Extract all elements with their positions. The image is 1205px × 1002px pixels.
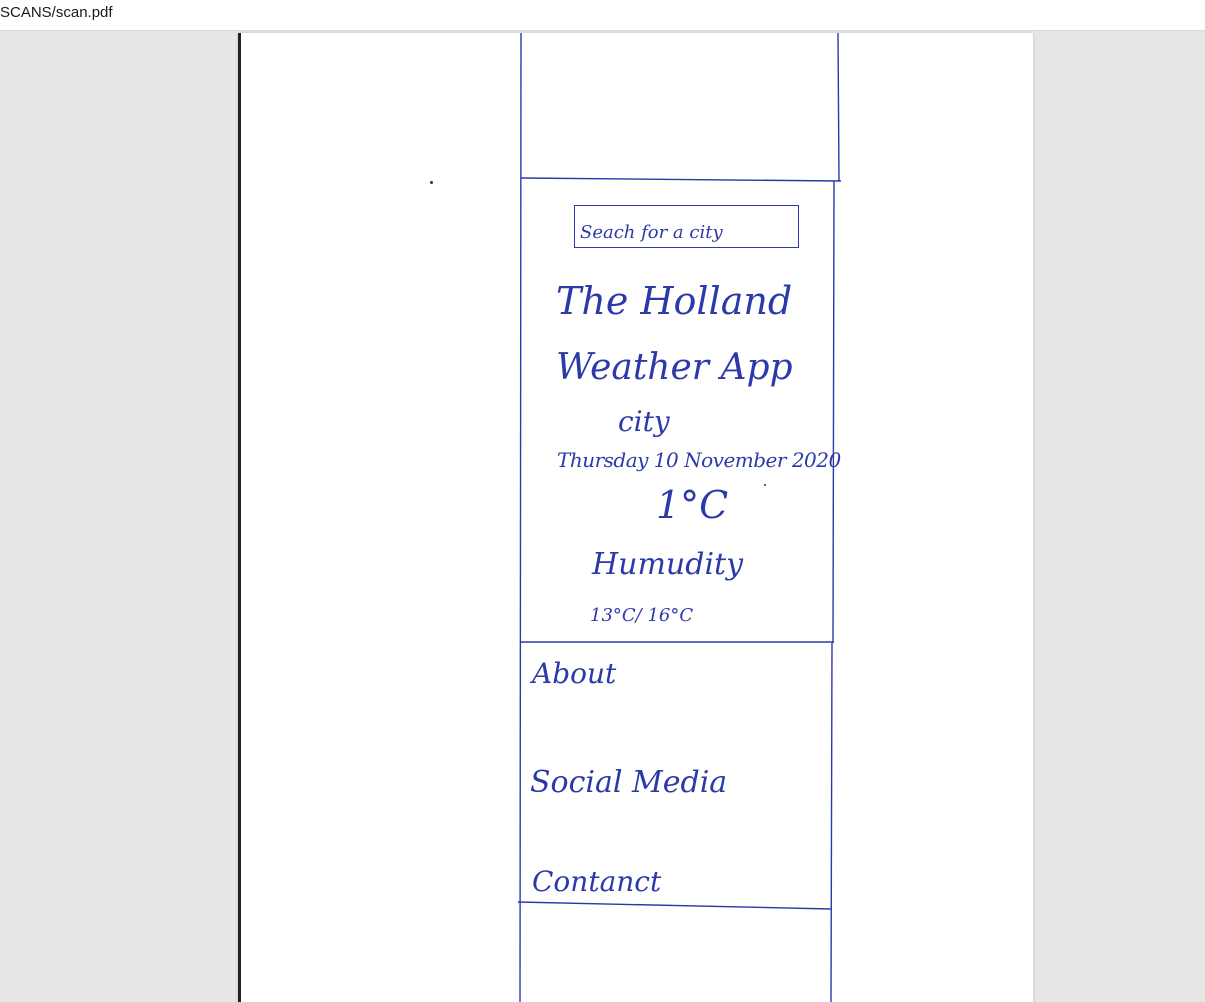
page-edge-shadow xyxy=(238,33,241,1002)
scan-speck xyxy=(764,484,766,486)
nav-social-media[interactable]: Social Media xyxy=(530,768,727,798)
document-title: SCANS/scan.pdf xyxy=(0,4,113,21)
min-max-temperature: 13°C/ 16°C xyxy=(590,605,694,626)
search-input[interactable]: Seach for a city xyxy=(574,205,799,248)
title-bar: SCANS/scan.pdf xyxy=(0,0,1205,31)
temperature-label: 1°C xyxy=(656,483,729,527)
date-label: Thursday 10 November 2020 xyxy=(557,448,841,472)
scan-speck xyxy=(430,181,433,184)
city-label: city xyxy=(618,405,670,438)
search-placeholder: Seach for a city xyxy=(580,222,723,243)
app-title-line2: Weather App xyxy=(556,347,793,388)
app-title-line1: The Holland xyxy=(556,279,793,323)
nav-about[interactable]: About xyxy=(532,660,616,688)
nav-contact[interactable]: Contanct xyxy=(532,868,661,896)
humidity-label: Humudity xyxy=(592,547,744,582)
pdf-page xyxy=(238,33,1033,1002)
